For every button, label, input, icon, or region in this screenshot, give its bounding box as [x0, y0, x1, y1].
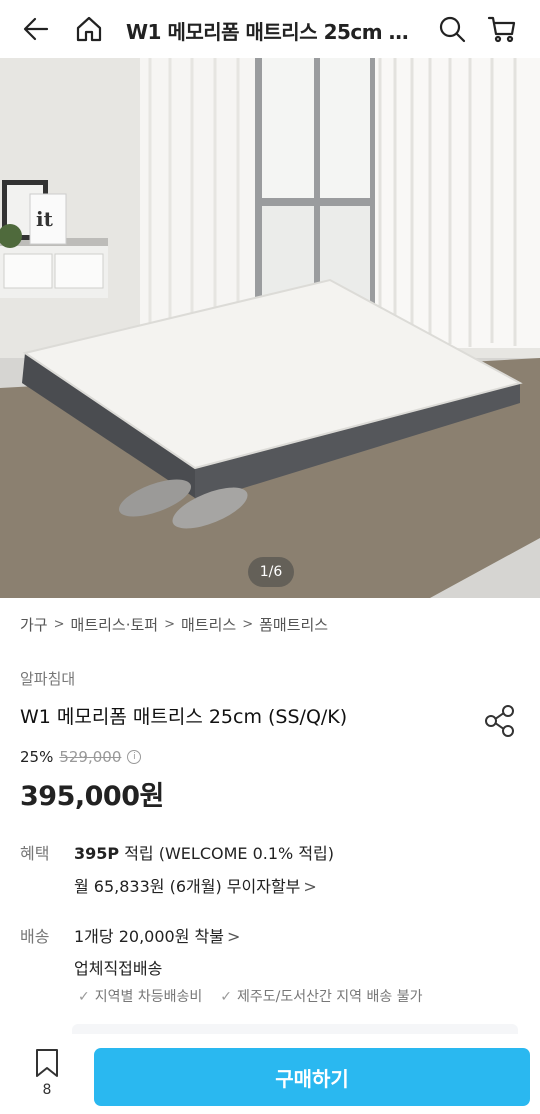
sale-price: 395,000원	[20, 781, 164, 812]
shipping-note: ✓ 지역별 차등배송비	[78, 989, 203, 1005]
shipping-label: 배송	[20, 927, 50, 946]
check-icon: ✓	[78, 989, 90, 1005]
cart-button[interactable]	[482, 9, 522, 49]
shipping-fee-link[interactable]: 1개당 20,000원 착불 >	[74, 923, 240, 947]
points-text: 적립 (WELCOME 0.1% 적립)	[119, 844, 335, 863]
info-icon[interactable]: i	[127, 750, 142, 764]
share-button[interactable]	[482, 702, 518, 738]
breadcrumb-item[interactable]: 폼매트리스	[259, 614, 328, 635]
chevron-right-icon: >	[303, 877, 317, 896]
discount-rate: 25%	[20, 748, 54, 766]
product-name: W1 메모리폼 매트리스 25cm (SS/Q/K)	[20, 706, 348, 728]
brand-name[interactable]: 알파침대	[20, 668, 75, 689]
search-icon	[439, 16, 466, 43]
back-button[interactable]	[16, 9, 56, 49]
breadcrumb-item[interactable]: 가구	[20, 614, 48, 635]
chevron-right-icon: >	[53, 617, 65, 632]
breadcrumb-item[interactable]: 매트리스·토퍼	[71, 614, 159, 635]
product-image-gallery[interactable]: it	[0, 58, 540, 598]
gallery-pager: 1/6	[248, 557, 294, 587]
shipping-fee: 1개당 20,000원 착불	[74, 927, 224, 946]
points-info: 395P 적립 (WELCOME 0.1% 적립)	[74, 840, 334, 864]
shipping-note: ✓ 제주도/도서산간 지역 배송 불가	[220, 989, 423, 1005]
share-icon	[485, 705, 514, 737]
page-title: W1 메모리폼 매트리스 25cm (SS/Q/K)	[126, 20, 416, 44]
bookmark-icon	[36, 1049, 58, 1077]
breadcrumb-item[interactable]: 매트리스	[181, 614, 236, 635]
top-app-bar: W1 메모리폼 매트리스 25cm (SS/Q/K)	[0, 0, 540, 58]
home-button[interactable]	[69, 9, 109, 49]
check-icon: ✓	[220, 989, 232, 1005]
wishlist-count: 8	[42, 1082, 52, 1098]
svg-text:it: it	[36, 207, 54, 231]
original-price: 529,000	[59, 748, 122, 766]
installment-link[interactable]: 월 65,833원 (6개월) 무이자할부 >	[74, 873, 317, 897]
shipping-notes: ✓ 지역별 차등배송비 ✓ 제주도/도서산간 지역 배송 불가	[78, 986, 422, 1006]
chevron-right-icon: >	[164, 617, 175, 632]
product-photo: it	[0, 58, 540, 598]
shipping-method: 업체직접배송	[74, 959, 163, 978]
cart-icon	[487, 16, 516, 43]
chevron-right-icon: >	[226, 927, 241, 946]
chevron-right-icon: >	[242, 617, 254, 632]
wishlist-button[interactable]: 8	[30, 1048, 64, 1104]
home-icon	[76, 16, 102, 42]
price-discount-row: 25% 529,000 i	[20, 748, 142, 766]
benefit-label: 혜택	[20, 844, 50, 863]
buy-button[interactable]: 구매하기	[94, 1048, 530, 1106]
search-button[interactable]	[432, 9, 472, 49]
points-amount: 395P	[74, 844, 120, 863]
installment-text: 월 65,833원 (6개월) 무이자할부	[74, 877, 301, 896]
back-arrow-icon	[23, 17, 49, 41]
breadcrumb: 가구 > 매트리스·토퍼 > 매트리스 > 폼매트리스	[20, 614, 328, 635]
